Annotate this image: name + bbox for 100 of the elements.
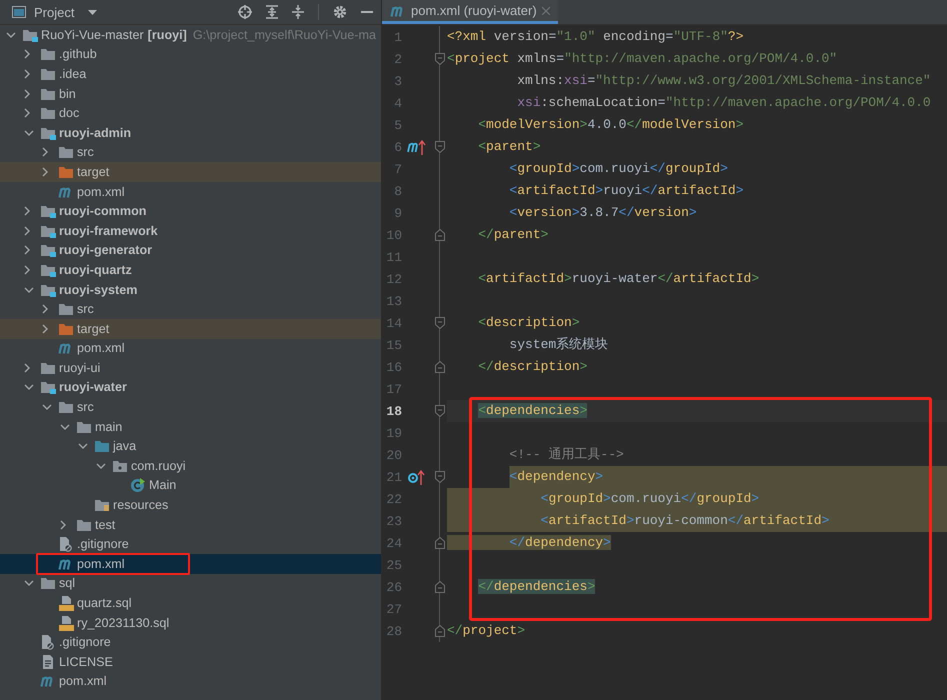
chevron-right-icon[interactable] <box>24 226 30 236</box>
tree-item[interactable]: ruoyi-quartz <box>0 260 381 280</box>
circle-arrow-up-icon[interactable] <box>407 469 427 485</box>
code-line: <artifactId>ruoyi</artifactId> <box>508 182 745 200</box>
maven-arrow-up-icon[interactable] <box>407 139 427 155</box>
caret-down-icon[interactable] <box>88 10 98 14</box>
fold-marker-icon[interactable] <box>434 141 444 153</box>
code-line: <description> <box>477 314 581 332</box>
tree-item[interactable]: ruoyi-ui <box>0 358 381 378</box>
line-number: 15 <box>385 338 402 352</box>
tree-item[interactable]: ruoyi-admin <box>0 122 381 143</box>
tree-item[interactable]: target <box>0 318 381 338</box>
project-window-icon <box>12 6 26 18</box>
package-icon <box>112 458 128 473</box>
chevron-right-icon[interactable] <box>24 68 30 79</box>
tree-item[interactable]: bin <box>0 84 381 104</box>
chevron-right-icon[interactable] <box>24 264 30 275</box>
crosshair-icon[interactable] <box>238 5 252 19</box>
chevron-right-icon[interactable] <box>60 520 66 530</box>
module-folder-icon <box>22 28 38 42</box>
collapse-all-icon[interactable] <box>292 5 304 19</box>
fold-marker-icon[interactable] <box>434 53 444 65</box>
tree-item[interactable]: com.ruoyi <box>0 456 381 476</box>
chevron-right-icon[interactable] <box>24 362 30 373</box>
tree-item[interactable]: .gitignore <box>0 632 381 652</box>
tree-item[interactable]: ruoyi-system <box>0 280 381 300</box>
ignored-file-icon <box>40 634 56 650</box>
tree-item[interactable]: pom.xml <box>0 554 381 574</box>
chevron-down-icon[interactable] <box>6 32 16 38</box>
chevron-right-icon[interactable] <box>24 108 30 118</box>
line-number: 7 <box>393 162 402 176</box>
code-line: <artifactId>ruoyi-water</artifactId> <box>477 270 760 288</box>
tree-item[interactable]: src <box>0 299 381 319</box>
chevron-down-icon[interactable] <box>24 580 34 586</box>
tree-item[interactable]: ruoyi-generator <box>0 240 381 260</box>
editor-tab[interactable]: pom.xml (ruoyi-water) <box>382 0 558 24</box>
chevron-right-icon[interactable] <box>24 49 30 60</box>
code-line: </project> <box>447 622 526 640</box>
tree-item[interactable]: Main <box>0 476 381 496</box>
tree-item[interactable]: .idea <box>0 64 381 84</box>
tree-item[interactable]: java <box>0 436 381 456</box>
chevron-right-icon[interactable] <box>42 324 48 334</box>
panel-title[interactable]: Project <box>34 4 74 20</box>
module-folder-icon <box>40 380 56 394</box>
chevron-right-icon[interactable] <box>42 304 48 314</box>
code-line: </parent> <box>477 226 550 244</box>
tree-item[interactable]: sql <box>0 574 381 594</box>
tree-item[interactable]: RuoYi-Vue-master [ruoyi] G:\project_myself\RuoYi-Vue-ma <box>0 25 381 45</box>
fold-marker-icon[interactable] <box>434 581 444 593</box>
line-number: 9 <box>393 206 402 220</box>
fold-marker-icon[interactable] <box>434 317 444 329</box>
folder-icon <box>58 322 74 336</box>
tree-item[interactable]: resources <box>0 495 381 515</box>
folder-icon <box>76 518 92 532</box>
tree-item[interactable]: .gitignore <box>0 534 381 554</box>
chevron-down-icon[interactable] <box>96 462 106 469</box>
chevron-right-icon[interactable] <box>42 166 48 177</box>
chevron-right-icon[interactable] <box>42 147 48 158</box>
chevron-down-icon[interactable] <box>60 424 70 430</box>
expand-all-icon[interactable] <box>266 5 278 19</box>
tree-item[interactable]: ry_20231130.sql <box>0 612 381 632</box>
chevron-right-icon[interactable] <box>24 88 30 99</box>
chevron-down-icon[interactable] <box>78 443 88 450</box>
tree-item[interactable]: pom.xml <box>0 338 381 358</box>
settings-icon[interactable] <box>333 5 347 19</box>
tree-item[interactable]: ruoyi-water <box>0 378 381 398</box>
line-number: 19 <box>385 426 402 440</box>
chevron-right-icon[interactable] <box>24 206 30 216</box>
fold-marker-icon[interactable] <box>434 537 444 549</box>
tree-item[interactable]: src <box>0 142 381 162</box>
chevron-right-icon[interactable] <box>24 245 30 256</box>
tree-item[interactable]: doc <box>0 103 381 123</box>
folder-icon <box>40 576 56 590</box>
tree-item[interactable]: pom.xml <box>0 182 381 202</box>
tree-item[interactable]: .github <box>0 44 381 64</box>
code-line: </description> <box>477 358 588 376</box>
fold-marker-icon[interactable] <box>434 229 444 241</box>
tree-item[interactable]: ruoyi-framework <box>0 220 381 241</box>
chevron-down-icon[interactable] <box>24 130 34 136</box>
module-folder-icon <box>40 262 56 277</box>
class-icon <box>130 477 146 494</box>
chevron-down-icon[interactable] <box>24 384 34 390</box>
tree-item[interactable]: pom.xml <box>0 672 381 692</box>
fold-marker-icon[interactable] <box>434 405 444 417</box>
fold-marker-icon[interactable] <box>434 361 444 373</box>
fold-marker-icon[interactable] <box>434 471 444 483</box>
tree-item[interactable]: ruoyi-common <box>0 201 381 221</box>
fold-marker-icon[interactable] <box>434 625 444 637</box>
folder-icon <box>76 420 92 434</box>
code-line: <?xml version="1.0" encoding="UTF-8"?> <box>447 28 745 46</box>
tree-item[interactable]: quartz.sql <box>0 593 381 613</box>
tree-item[interactable]: LICENSE <box>0 652 381 672</box>
tree-item[interactable]: main <box>0 416 381 436</box>
chevron-down-icon[interactable] <box>24 286 34 293</box>
tree-item[interactable]: src <box>0 397 381 417</box>
line-number: 17 <box>385 382 402 396</box>
tree-item[interactable]: target <box>0 162 381 182</box>
chevron-down-icon[interactable] <box>42 404 52 410</box>
tree-item[interactable]: test <box>0 514 381 534</box>
line-number: 14 <box>385 316 402 330</box>
